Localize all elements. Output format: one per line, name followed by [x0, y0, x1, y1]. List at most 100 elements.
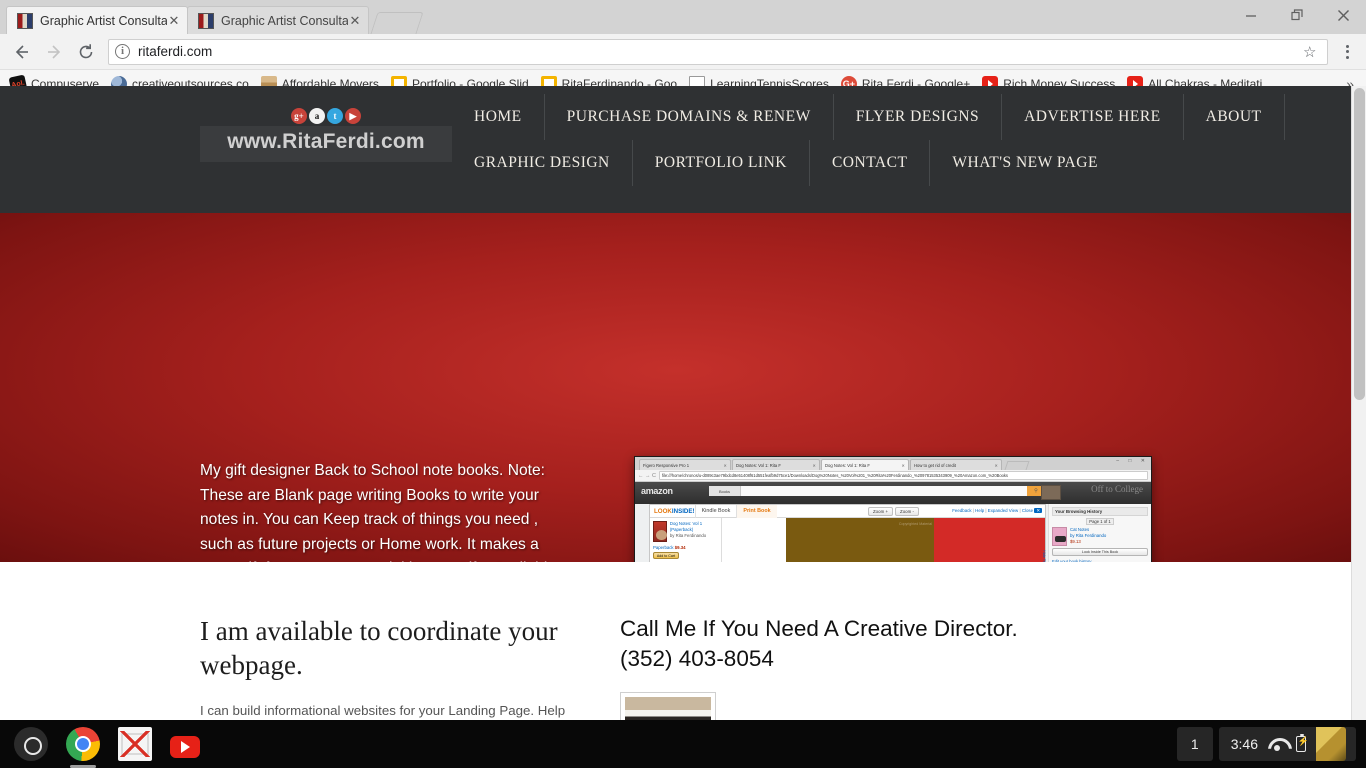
- chrome-browser-window: Graphic Artist Consultan ✕ Graphic Artis…: [0, 0, 1366, 720]
- history-item-title: Cat Notes: [1070, 527, 1090, 532]
- zoom-in-button: Zoom +: [868, 507, 894, 516]
- screen-root: Graphic Artist Consultan ✕ Graphic Artis…: [0, 0, 1366, 768]
- nav-row-primary: HOME PURCHASE DOMAINS & RENEW FLYER DESI…: [452, 94, 1351, 140]
- nav-item-whats-new-page[interactable]: WHAT'S NEW PAGE: [930, 140, 1120, 186]
- screenshot-toolbar: ← → C file:///home/chronos/u-d089c3ae79b…: [635, 470, 1151, 482]
- scrollbar-thumb[interactable]: [1354, 88, 1365, 400]
- inside-label: INSIDE!: [671, 507, 695, 515]
- content-left-column: I am available to coordinate your webpag…: [200, 614, 620, 720]
- social-icons: g+ a t ▶: [200, 108, 452, 124]
- right-heading-line1: Call Me If You Need A Creative Director.: [620, 616, 1018, 641]
- nav-item-advertise-here[interactable]: ADVERTISE HERE: [1002, 94, 1184, 140]
- reload-button-icon[interactable]: [72, 38, 100, 66]
- amazon-search-bar: Books ⚲: [709, 486, 1045, 496]
- system-tray: 1 3:46: [1176, 727, 1360, 761]
- nav-item-contact[interactable]: CONTACT: [810, 140, 931, 186]
- youtube-icon[interactable]: [170, 736, 200, 758]
- look-inside-panel: LOOKINSIDE! Kindle Book Print Book Zoom …: [649, 504, 1046, 562]
- page-scrollbar[interactable]: [1351, 86, 1366, 720]
- address-bar[interactable]: i ritaferdi.com ☆: [108, 38, 1328, 65]
- new-tab-button[interactable]: [370, 12, 424, 34]
- os-shelf: 1 3:46: [0, 720, 1366, 768]
- nav-item-portfolio-link[interactable]: PORTFOLIO LINK: [633, 140, 810, 186]
- browsing-history-sidebar: Hide These Books Your Browsing History P…: [1042, 504, 1151, 562]
- tab-favicon: [198, 12, 214, 29]
- screenshot-new-tab-button: [1004, 461, 1030, 470]
- screenshot-page-body: amazon Books ⚲ Off to College LOOKINSIDE…: [635, 482, 1151, 562]
- close-link: Close: [1021, 508, 1034, 513]
- tab-title: Graphic Artist Consultan: [40, 13, 167, 28]
- left-body-text: I can build informational websites for y…: [200, 703, 566, 718]
- restore-icon[interactable]: [1274, 0, 1320, 30]
- look-inside-title: LOOKINSIDE!: [650, 508, 695, 515]
- zoom-controls: Zoom + Zoom -: [868, 507, 919, 516]
- window-controls: [1228, 0, 1366, 30]
- virtual-desk-count[interactable]: 1: [1176, 727, 1213, 761]
- zoom-out-button: Zoom -: [895, 507, 919, 516]
- amazon-icon[interactable]: a: [309, 108, 325, 124]
- status-tray[interactable]: 3:46: [1218, 727, 1356, 761]
- history-pager-label: Page 1 of 1: [1086, 518, 1114, 525]
- feedback-link: Feedback: [952, 508, 972, 513]
- book-meta: Dog Notes: Vol 1 (Paperback) by Rita Fer…: [670, 521, 718, 542]
- book-page-spread: Copyrighted Material Notes: [786, 518, 1045, 562]
- screenshot-tab-title: Dog Notes: Vol 1: Rita F: [825, 462, 870, 468]
- close-icon[interactable]: [1320, 0, 1366, 30]
- book-cover-thumbnail: [653, 521, 667, 542]
- screenshot-tab-title: How to get rid of credit: [914, 462, 956, 468]
- nav-item-about[interactable]: ABOUT: [1184, 94, 1285, 140]
- gmail-icon[interactable]: [118, 727, 152, 761]
- avatar: [1316, 727, 1346, 761]
- browser-tab-1[interactable]: Graphic Artist Consultan ✕: [6, 6, 188, 34]
- history-item-author: by Rita Ferdinando: [1070, 532, 1107, 538]
- book-page-viewer: Copyrighted Material Notes: [722, 518, 1045, 562]
- history-item-price: $9.13: [1070, 538, 1081, 544]
- chrome-menu-icon[interactable]: [1334, 38, 1360, 66]
- forward-button-icon[interactable]: [40, 38, 68, 66]
- nav-item-graphic-design[interactable]: GRAPHIC DESIGN: [452, 140, 633, 186]
- youtube-icon[interactable]: ▶: [345, 108, 361, 124]
- chrome-icon[interactable]: [66, 727, 100, 768]
- close-icon: ✕: [1034, 508, 1042, 513]
- left-heading: I am available to coordinate your webpag…: [200, 616, 558, 680]
- nav-item-home[interactable]: HOME: [452, 94, 545, 140]
- browser-tab-2[interactable]: Graphic Artist Consultan ✕: [187, 6, 369, 34]
- site-logo[interactable]: g+ a t ▶ www.RitaFerdi.com: [200, 108, 452, 162]
- book-info-sidebar: Dog Notes: Vol 1 (Paperback) by Rita Fer…: [650, 518, 722, 562]
- website-page: g+ a t ▶ www.RitaFerdi.com HOME PURCHASE…: [0, 86, 1351, 720]
- look-label: LOOK: [654, 507, 672, 515]
- book-price-line: Paperback $9.34: [653, 545, 718, 550]
- right-heading: Call Me If You Need A Creative Director.…: [620, 614, 1351, 674]
- minimize-icon[interactable]: [1228, 0, 1274, 30]
- help-link: Help: [975, 508, 985, 513]
- screenshot-tab-title: Figero Responsive Pro 1: [643, 462, 690, 468]
- expanded-view-link: Expanded View: [987, 508, 1019, 513]
- site-info-icon[interactable]: i: [115, 44, 130, 59]
- screenshot-tab-close-icon: ✕: [901, 462, 905, 468]
- print-book-tab: Print Book: [736, 504, 777, 518]
- screenshot-tab-close-icon: ✕: [994, 462, 998, 468]
- bookmark-star-icon[interactable]: ☆: [1303, 43, 1321, 61]
- clock: 3:46: [1230, 736, 1258, 752]
- amazon-search-category: Books: [709, 486, 741, 496]
- tab-close-icon[interactable]: ✕: [348, 14, 362, 28]
- battery-charging-icon: [1296, 733, 1309, 752]
- content-right-column: Call Me If You Need A Creative Director.…: [620, 614, 1351, 720]
- hero-paragraph: My gift designer Back to School note boo…: [200, 462, 556, 562]
- tab-close-icon[interactable]: ✕: [167, 14, 181, 28]
- url-text: ritaferdi.com: [138, 44, 213, 59]
- screenshot-tab-close-icon: ✕: [812, 462, 816, 468]
- nav-item-purchase-domains[interactable]: PURCHASE DOMAINS & RENEW: [545, 94, 834, 140]
- page-viewport: g+ a t ▶ www.RitaFerdi.com HOME PURCHASE…: [0, 86, 1366, 720]
- twitter-icon[interactable]: t: [327, 108, 343, 124]
- nav-item-flyer-designs[interactable]: FLYER DESIGNS: [834, 94, 1003, 140]
- site-navigation: HOME PURCHASE DOMAINS & RENEW FLYER DESI…: [452, 86, 1351, 186]
- launcher-icon[interactable]: [14, 727, 48, 761]
- back-button-icon[interactable]: [8, 38, 36, 66]
- site-header: g+ a t ▶ www.RitaFerdi.com HOME PURCHASE…: [0, 86, 1351, 213]
- google-plus-icon[interactable]: g+: [291, 108, 307, 124]
- screenshot-tab-title: Dog Notes: Vol 1: Rita F: [736, 462, 781, 468]
- tab-strip: Graphic Artist Consultan ✕ Graphic Artis…: [0, 0, 1366, 34]
- history-pager: Page 1 of 1: [1052, 518, 1148, 525]
- hero-screenshot-image: Figero Responsive Pro 1 ✕ Dog Notes: Vol…: [634, 456, 1152, 562]
